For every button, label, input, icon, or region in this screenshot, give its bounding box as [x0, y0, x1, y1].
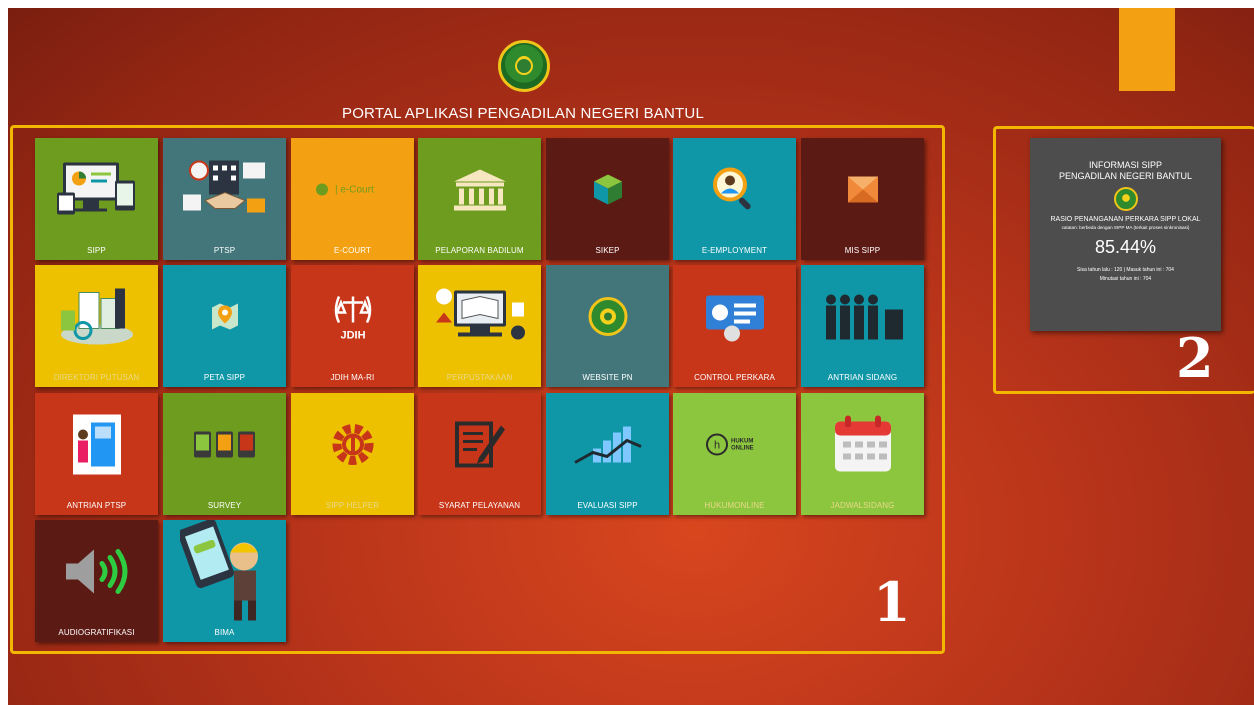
tile-label: PELAPORAN BADILUM — [435, 246, 524, 255]
document-pen-icon — [453, 417, 507, 476]
e-court-logo-icon: | e-Court — [313, 177, 393, 206]
app-tile-audiogratifikasi[interactable]: AUDIOGRATIFIKASI — [35, 520, 158, 642]
tile-label: SURVEY — [207, 501, 242, 510]
survey-phones-icon — [192, 429, 258, 464]
app-tile-antrian-ptsp[interactable]: ANTRIAN PTSP — [35, 393, 158, 515]
cube-icon — [591, 172, 625, 211]
portal-background: PORTAL APLIKASI PENGADILAN NEGERI BANTUL… — [8, 8, 1254, 705]
library-icon — [430, 276, 530, 361]
svg-text:h: h — [713, 439, 719, 451]
map-pin-icon — [210, 301, 240, 336]
app-tile-syarat-pelayanan[interactable]: SYARAT PELAYANAN — [418, 393, 541, 515]
app-tile-control-perkara[interactable]: CONTROL PERKARA — [673, 265, 796, 387]
scales-of-justice-icon: JDIH — [331, 290, 375, 347]
tile-label: PTSP — [213, 246, 236, 255]
info-title-line1: INFORMASI SIPP — [1088, 160, 1162, 170]
court-seal-icon — [1113, 187, 1138, 211]
svg-text:| e-Court: | e-Court — [335, 184, 374, 195]
app-tile-e-employment[interactable]: E-EMPLOYMENT — [673, 138, 796, 260]
tile-label: JADWALSIDANG — [830, 501, 895, 510]
tile-label: PETA SIPP — [203, 373, 246, 382]
queue-people-icon — [821, 289, 905, 348]
tile-label: CONTROL PERKARA — [694, 373, 775, 382]
info-title-line2: PENGADILAN NEGERI BANTUL — [1058, 171, 1193, 181]
courthouse-icon — [450, 167, 510, 216]
office-handshake-icon — [179, 156, 271, 227]
app-tile-e-court[interactable]: | e-Court E-COURT — [291, 138, 414, 260]
mascot-phone-icon — [177, 520, 270, 631]
tile-label: SIPP — [87, 246, 106, 255]
svg-text:ONLINE: ONLINE — [731, 445, 754, 451]
app-tile-evaluasi-sipp[interactable]: EVALUASI SIPP — [546, 393, 669, 515]
decorative-orange-square — [1119, 8, 1175, 91]
person-magnifier-icon — [712, 166, 758, 217]
app-tile-mis-sipp[interactable]: MIS SIPP — [801, 138, 924, 260]
app-tile-hukumonline[interactable]: h HUKUM ONLINE HUKUMONLINE — [673, 393, 796, 515]
app-tile-ptsp[interactable]: PTSP — [163, 138, 286, 260]
annotation-marker-1: 1 — [873, 570, 911, 634]
app-tile-sipp-helper[interactable]: SIPP HELPER — [291, 393, 414, 515]
app-tile-bima[interactable]: BIMA — [163, 520, 286, 642]
court-seal-logo — [498, 40, 550, 92]
court-seal-icon — [588, 296, 628, 341]
tile-label: SYARAT PELAYANAN — [438, 501, 521, 510]
tile-label: MIS SIPP — [844, 246, 881, 255]
tile-label: HUKUMONLINE — [704, 501, 765, 510]
app-tile-sikep[interactable]: SIKEP — [546, 138, 669, 260]
envelope-icon — [847, 176, 878, 207]
computer-dashboard-icon — [55, 158, 139, 225]
tile-label: EVALUASI SIPP — [577, 501, 638, 510]
app-tile-perpustakaan[interactable]: PERPUSTAKAAN — [418, 265, 541, 387]
app-tile-direktori-putusan[interactable]: DIREKTORI PUTUSAN — [35, 265, 158, 387]
page-title: PORTAL APLIKASI PENGADILAN NEGERI BANTUL — [341, 105, 704, 122]
documents-search-icon — [53, 284, 141, 353]
app-tile-survey[interactable]: SURVEY — [163, 393, 286, 515]
annotation-marker-2: 2 — [1176, 326, 1214, 390]
tile-label: E-COURT — [334, 246, 371, 255]
app-tile-jdih-ma-ri[interactable]: JDIH JDIH MA-RI — [291, 265, 414, 387]
app-tile-jadwalsidang[interactable]: JADWALSIDANG — [801, 393, 924, 515]
tile-label: E-EMPLOYMENT — [701, 246, 768, 255]
tile-label: WEBSITE PN — [582, 373, 633, 382]
app-tile-peta-sipp[interactable]: PETA SIPP — [163, 265, 286, 387]
tile-label: SIPP HELPER — [325, 501, 380, 510]
hukumonline-logo-icon: h HUKUM ONLINE — [705, 431, 765, 462]
ratio-percentage: 85.44% — [1094, 237, 1157, 257]
app-tile-antrian-sidang[interactable]: ANTRIAN SIDANG — [801, 265, 924, 387]
tile-label: PERPUSTAKAAN — [446, 373, 513, 382]
tile-label: ANTRIAN SIDANG — [827, 373, 898, 382]
tile-label: SIKEP — [595, 246, 620, 255]
speaker-icon — [62, 543, 132, 604]
app-tile-sipp[interactable]: SIPP — [35, 138, 158, 260]
tile-label: BIMA — [214, 628, 235, 637]
app-tile-website-pn[interactable]: WEBSITE PN — [546, 265, 669, 387]
gear-wrench-icon — [328, 419, 378, 474]
svg-text:HUKUM: HUKUM — [731, 438, 753, 444]
control-panel-icon — [702, 291, 768, 346]
calendar-icon — [831, 413, 895, 480]
tile-label: JDIH MA-RI — [330, 373, 375, 382]
tile-label: DIREKTORI PUTUSAN — [53, 373, 140, 382]
growth-chart-icon — [571, 422, 645, 471]
stats-line-2: Minutasi tahun ini : 704 — [1099, 276, 1152, 282]
svg-text:JDIH: JDIH — [340, 329, 365, 341]
tile-label: AUDIOGRATIFIKASI — [58, 628, 135, 637]
queue-machine-icon — [67, 412, 127, 481]
ratio-title: RASIO PENANGANAN PERKARA SIPP LOKAL — [1050, 216, 1201, 223]
seal-center — [515, 57, 533, 75]
ratio-note: catatan: berbeda dengan SIPP MA (terkait… — [1061, 225, 1190, 230]
sipp-info-panel[interactable]: INFORMASI SIPP PENGADILAN NEGERI BANTUL R… — [1030, 138, 1221, 331]
tile-label: ANTRIAN PTSP — [66, 501, 127, 510]
app-tile-pelaporan-badilum[interactable]: PELAPORAN BADILUM — [418, 138, 541, 260]
stats-line-1: Sisa tahun lalu : 120 | Masuk tahun ini … — [1077, 267, 1174, 273]
